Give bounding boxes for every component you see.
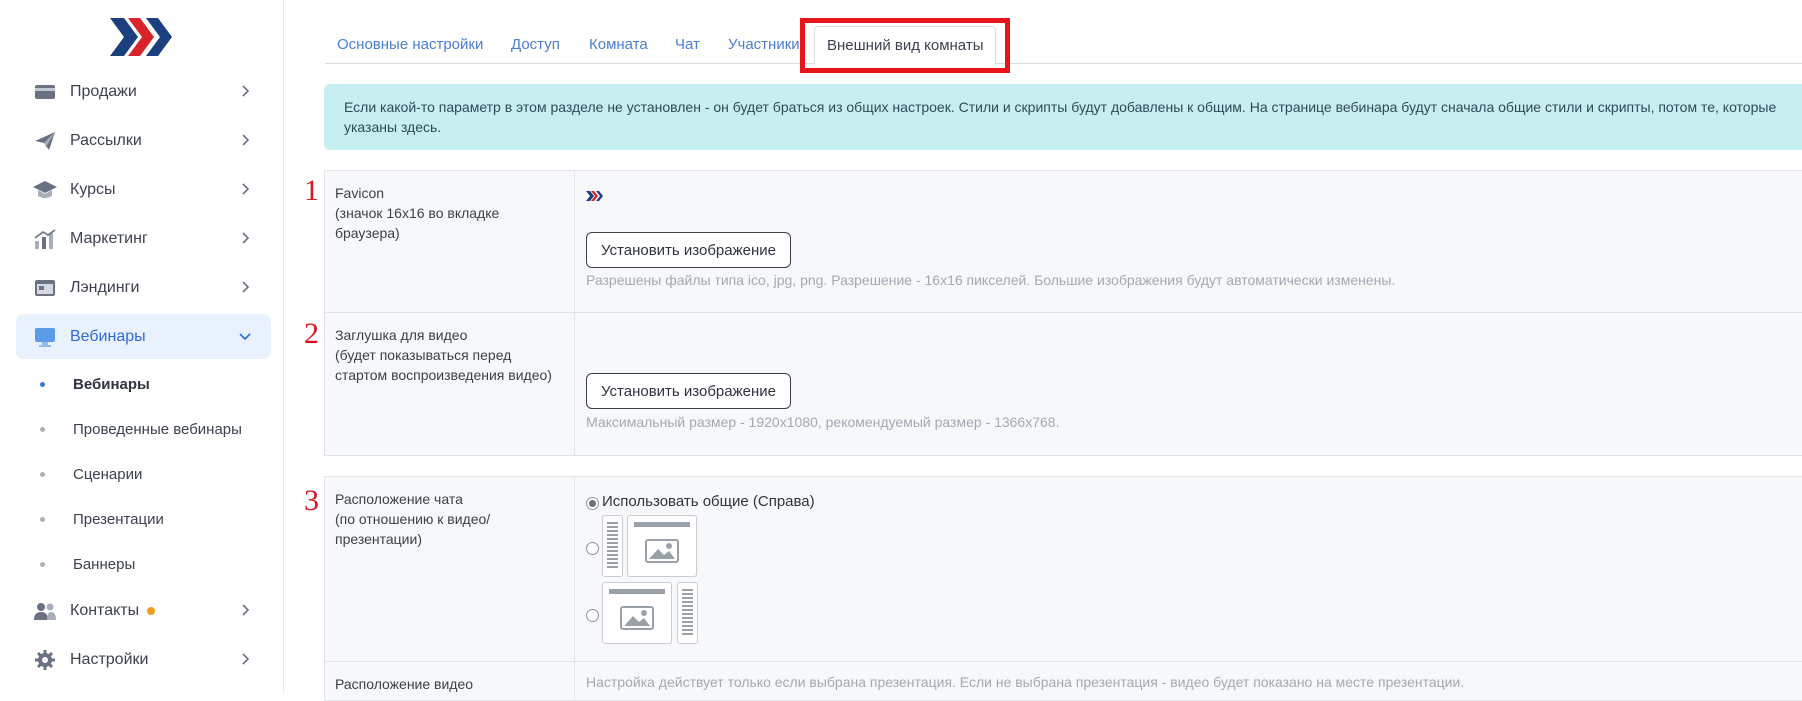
- chart-icon: [32, 227, 58, 251]
- sidebar-item-contacts[interactable]: Контакты: [16, 588, 271, 633]
- chat-position-row: Расположение чата (по отношению к видео/…: [324, 476, 1802, 662]
- video-placeholder-row: Заглушка для видео (будет показываться п…: [324, 312, 1802, 456]
- image-placeholder-icon: [602, 582, 672, 644]
- chat-column-thumb: [602, 515, 623, 577]
- sidebar-item-settings[interactable]: Настройки: [16, 637, 271, 682]
- sidebar-item-label: Маркетинг: [70, 229, 148, 247]
- chevron-right-icon: [242, 134, 250, 146]
- sidebar: Продажи Рассылки Курсы Маркетинг Лэндинг…: [0, 0, 284, 693]
- video-position-label-cell: Расположение видео: [325, 662, 575, 700]
- bullet-icon: [40, 561, 45, 567]
- notification-dot: [147, 606, 156, 615]
- field-label: Расположение чата: [335, 491, 463, 507]
- chevron-right-icon: [242, 85, 250, 97]
- sidebar-item-landings[interactable]: Лэндинги: [16, 265, 271, 310]
- chevron-right-icon: [242, 183, 250, 195]
- video-position-field: Настройка действует только если выбрана …: [575, 662, 1802, 700]
- tab-access[interactable]: Доступ: [511, 36, 560, 53]
- radio-chat-left[interactable]: [586, 542, 599, 555]
- favicon-preview-icon: [586, 191, 603, 201]
- field-label: Заглушка для видео: [335, 327, 468, 343]
- tab-room[interactable]: Комната: [589, 36, 648, 53]
- sidebar-subitem-label: Баннеры: [73, 555, 136, 573]
- chevron-right-icon: [242, 604, 250, 616]
- sidebar-item-courses[interactable]: Курсы: [16, 167, 271, 212]
- chat-position-field: Использовать общие (Справа): [575, 477, 1802, 661]
- sidebar-subitem-scenarios[interactable]: Сценарии: [40, 460, 142, 488]
- graduation-cap-icon: [32, 178, 58, 202]
- set-video-placeholder-button[interactable]: Установить изображение: [586, 373, 791, 409]
- bullet-icon: [40, 516, 45, 522]
- sidebar-subitem-banners[interactable]: Баннеры: [40, 550, 135, 578]
- sidebar-item-webinars[interactable]: Вебинары: [16, 314, 271, 359]
- bullet-icon: [40, 471, 45, 477]
- radio-label: Использовать общие (Справа): [602, 493, 815, 510]
- info-alert: Если какой-то параметр в этом разделе не…: [324, 84, 1802, 150]
- landing-page-icon: [32, 276, 58, 300]
- highlight-annotation: [800, 18, 1010, 73]
- chevron-right-icon: [242, 232, 250, 244]
- sidebar-item-label: Лэндинги: [70, 278, 140, 296]
- field-hint: Максимальный размер - 1920x1080, рекомен…: [586, 414, 1060, 430]
- sidebar-item-sales[interactable]: Продажи: [16, 69, 271, 114]
- annotation-number: 1: [304, 174, 319, 207]
- sidebar-subitem-label: Сценарии: [73, 465, 143, 483]
- chevron-right-icon: [242, 653, 250, 665]
- chat-column-thumb: [677, 582, 698, 644]
- favicon-label-cell: Favicon (значок 16x16 во вкладке браузер…: [325, 171, 575, 312]
- sidebar-item-label: Контакты: [70, 601, 140, 619]
- video-placeholder-field: Установить изображение Максимальный разм…: [575, 313, 1802, 455]
- wallet-icon: [32, 80, 58, 104]
- monitor-icon: [32, 325, 58, 349]
- field-hint: Разрешены файлы типа ico, jpg, png. Разр…: [586, 272, 1396, 288]
- paper-plane-icon: [32, 129, 58, 153]
- sidebar-subitem-label: Презентации: [73, 510, 164, 528]
- sidebar-item-mailings[interactable]: Рассылки: [16, 118, 271, 163]
- chevron-right-icon: [242, 281, 250, 293]
- sidebar-subitem-past-webinars[interactable]: Проведенные вебинары: [40, 415, 242, 443]
- field-hint: Настройка действует только если выбрана …: [586, 674, 1465, 690]
- radio-chat-default[interactable]: [586, 497, 599, 510]
- tab-chat[interactable]: Чат: [675, 36, 700, 53]
- logo-icon[interactable]: [108, 18, 172, 56]
- field-sublabel: (по отношению к видео/ презентации): [335, 511, 491, 547]
- users-icon: [32, 599, 58, 623]
- video-position-row: Расположение видео Настройка действует т…: [324, 661, 1802, 701]
- tab-bar: Основные настройки Доступ Комната Чат Уч…: [325, 24, 1802, 65]
- field-label: Расположение видео: [335, 676, 474, 692]
- field-sublabel: (будет показываться перед стартом воспро…: [335, 347, 552, 383]
- sidebar-item-label: Рассылки: [70, 131, 142, 149]
- video-placeholder-label-cell: Заглушка для видео (будет показываться п…: [325, 313, 575, 455]
- set-favicon-button[interactable]: Установить изображение: [586, 232, 791, 268]
- sidebar-subitem-webinars[interactable]: Вебинары: [40, 370, 150, 398]
- annotation-number: 2: [304, 317, 319, 350]
- chat-position-label-cell: Расположение чата (по отношению к видео/…: [325, 477, 575, 661]
- sidebar-subitem-presentations[interactable]: Презентации: [40, 505, 164, 533]
- chevron-down-icon: [239, 333, 251, 341]
- sidebar-item-label: Продажи: [70, 82, 137, 100]
- field-sublabel: (значок 16x16 во вкладке браузера): [335, 205, 500, 241]
- sidebar-subitem-label: Проведенные вебинары: [73, 420, 242, 438]
- bullet-icon: [40, 426, 45, 432]
- favicon-field: Установить изображение Разрешены файлы т…: [575, 171, 1802, 312]
- sidebar-item-marketing[interactable]: Маркетинг: [16, 216, 271, 261]
- image-placeholder-icon: [627, 515, 697, 577]
- bullet-icon: [40, 381, 45, 387]
- sidebar-item-label: Настройки: [70, 650, 149, 668]
- field-label: Favicon: [335, 185, 385, 201]
- sidebar-item-label: Курсы: [70, 180, 116, 198]
- sidebar-item-label: Вебинары: [70, 327, 146, 345]
- tab-participants[interactable]: Участники: [728, 36, 800, 53]
- annotation-number: 3: [304, 484, 319, 517]
- gear-icon: [32, 648, 58, 672]
- tab-main-settings[interactable]: Основные настройки: [337, 36, 483, 53]
- radio-chat-right[interactable]: [586, 609, 599, 622]
- favicon-row: Favicon (значок 16x16 во вкладке браузер…: [324, 170, 1802, 313]
- sidebar-subitem-label: Вебинары: [73, 375, 150, 393]
